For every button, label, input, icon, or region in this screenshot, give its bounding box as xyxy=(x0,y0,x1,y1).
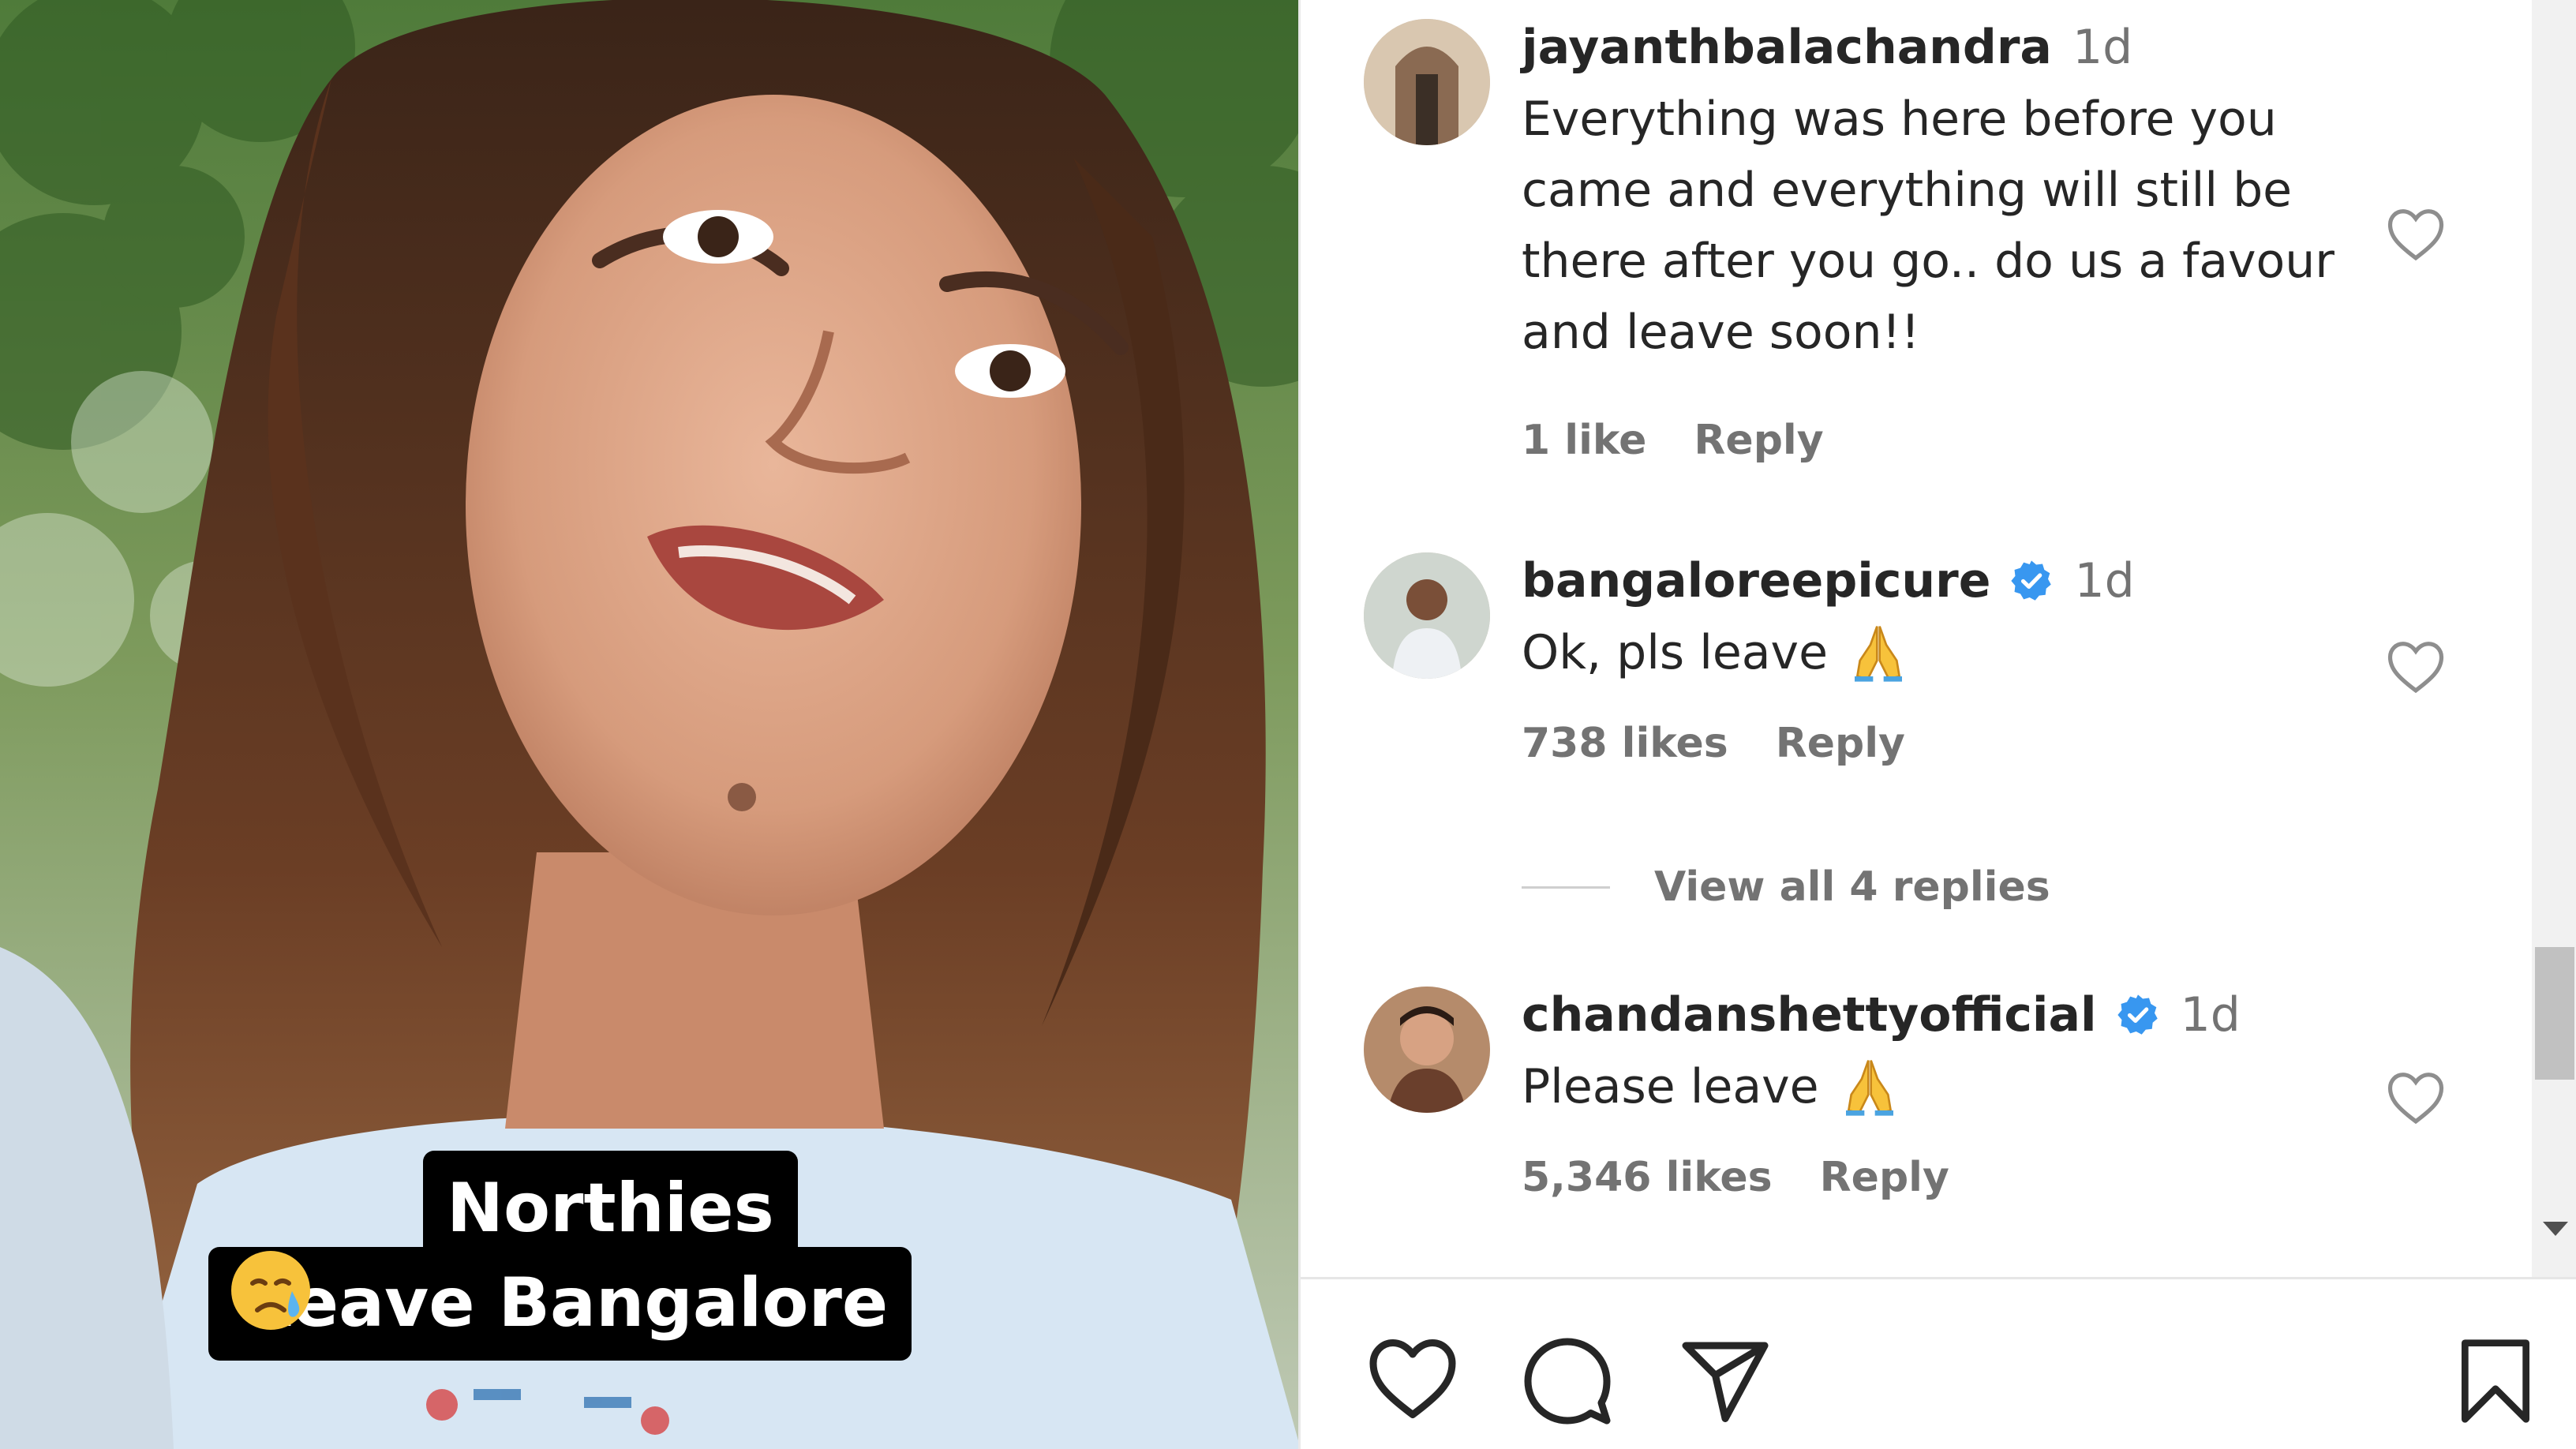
reel-video[interactable]: Northies Leave Bangalore xyxy=(0,0,1301,1449)
comment-time: 1d xyxy=(2072,20,2133,75)
replies-line xyxy=(1522,886,1610,889)
scroll-down-arrow-icon[interactable] xyxy=(2543,1222,2568,1236)
comment-body: bangaloreepicure 1d Ok, pls leave 738 li… xyxy=(1522,552,2390,767)
comment-item: jayanthbalachandra 1d Everything was her… xyxy=(1364,19,2484,464)
caption-text-2: Leave Bangalore xyxy=(249,1264,889,1342)
comment-text-line: there after you go.. do us a favour xyxy=(1522,234,2334,289)
comment-text-line: came and everything will still be xyxy=(1522,163,2293,218)
comment-text-line: and leave soon!! xyxy=(1522,305,1920,360)
comment-text: Ok, pls leave xyxy=(1522,617,2390,688)
comment-header: bangaloreepicure 1d xyxy=(1522,552,2390,609)
comments-panel[interactable]: jayanthbalachandra 1d Everything was her… xyxy=(1301,0,2576,1449)
save-icon[interactable] xyxy=(2456,1335,2535,1427)
caption-text-1: Northies xyxy=(447,1169,774,1248)
comment-likes[interactable]: 1 like xyxy=(1522,417,1646,464)
comment-time: 1d xyxy=(2180,987,2241,1043)
comment-header: chandanshettyofficial 1d xyxy=(1522,987,2390,1043)
comment-item: chandanshettyofficial 1d Please leave 5,… xyxy=(1364,987,2484,1255)
comment-icon[interactable] xyxy=(1520,1334,1615,1428)
share-icon[interactable] xyxy=(1678,1337,1773,1425)
comment-body: chandanshettyofficial 1d Please leave 5,… xyxy=(1522,987,2390,1201)
heart-icon[interactable] xyxy=(2385,638,2447,695)
comment-body: jayanthbalachandra 1d Everything was her… xyxy=(1522,19,2390,464)
comment-username[interactable]: chandanshettyofficial xyxy=(1522,987,2097,1043)
comment-meta: 1 like Reply xyxy=(1522,417,2390,464)
reply-button[interactable]: Reply xyxy=(1694,417,1823,464)
caption-line-1: Northies xyxy=(423,1151,798,1263)
comment-text: Please leave xyxy=(1522,1051,2390,1122)
comment-text: Everything was here before you came and … xyxy=(1522,84,2390,368)
like-icon[interactable] xyxy=(1365,1334,1460,1421)
verified-badge-icon xyxy=(2011,560,2052,601)
folded-hands-emoji xyxy=(1854,626,1902,682)
avatar[interactable] xyxy=(1364,552,1490,679)
comment-username[interactable]: jayanthbalachandra xyxy=(1522,19,2052,76)
reply-button[interactable]: Reply xyxy=(1820,1154,1949,1201)
comments-scrollbar[interactable] xyxy=(2532,0,2576,1279)
view-replies-button[interactable]: View all 4 replies xyxy=(1522,863,2050,911)
comment-likes[interactable]: 5,346 likes xyxy=(1522,1154,1773,1201)
reply-button[interactable]: Reply xyxy=(1776,720,1905,767)
avatar[interactable] xyxy=(1364,19,1490,145)
crying-face-emoji xyxy=(231,1251,310,1330)
comment-meta: 738 likes Reply xyxy=(1522,720,2390,767)
comment-item: bangaloreepicure 1d Ok, pls leave 738 li… xyxy=(1364,552,2484,821)
actions-divider xyxy=(1301,1277,2576,1279)
comment-text-content: Please leave xyxy=(1522,1059,1819,1114)
comment-text-content: Ok, pls leave xyxy=(1522,625,1828,680)
comment-header: jayanthbalachandra 1d xyxy=(1522,19,2390,76)
avatar-image xyxy=(1364,19,1490,145)
scrollbar-thumb[interactable] xyxy=(2535,947,2574,1080)
verified-badge-icon xyxy=(2117,994,2158,1035)
heart-icon[interactable] xyxy=(2385,1069,2447,1125)
comment-meta: 5,346 likes Reply xyxy=(1522,1154,2390,1201)
avatar-image xyxy=(1364,552,1490,679)
avatar[interactable] xyxy=(1364,987,1490,1113)
view-replies-label[interactable]: View all 4 replies xyxy=(1654,863,2050,911)
comment-text-line: Everything was here before you xyxy=(1522,92,2277,147)
avatar-image xyxy=(1364,987,1490,1113)
heart-icon[interactable] xyxy=(2385,205,2447,262)
comment-username[interactable]: bangaloreepicure xyxy=(1522,552,1990,609)
caption-line-2: Leave Bangalore xyxy=(208,1247,912,1361)
comment-likes[interactable]: 738 likes xyxy=(1522,720,1728,767)
comment-time: 1d xyxy=(2074,553,2135,608)
folded-hands-emoji xyxy=(1845,1060,1893,1116)
